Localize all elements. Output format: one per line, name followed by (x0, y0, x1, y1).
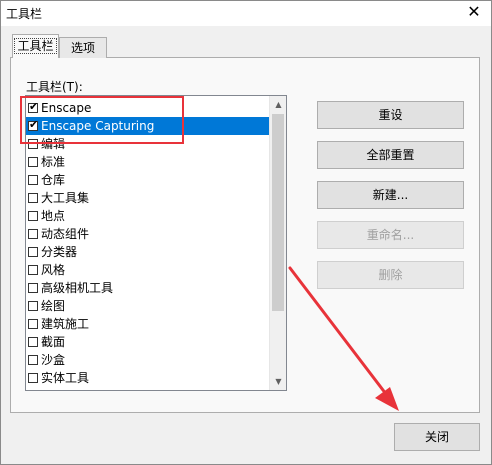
checkbox-unchecked[interactable] (28, 157, 38, 167)
window-title: 工具栏 (6, 7, 43, 21)
checkbox-unchecked[interactable] (28, 211, 38, 221)
toolbar-list-item[interactable]: 建筑施工 (26, 315, 270, 333)
toolbar-item-label: 高级相机工具 (41, 281, 114, 295)
toolbar-list-item[interactable]: 编辑 (26, 135, 270, 153)
toolbar-list-item[interactable]: 高级相机工具 (26, 279, 270, 297)
toolbar-item-label: 仓库 (41, 173, 66, 187)
checkbox-unchecked[interactable] (28, 139, 38, 149)
toolbar-list-item[interactable]: 绘图 (26, 297, 270, 315)
checkbox-unchecked[interactable] (28, 229, 38, 239)
checkmark-icon: ✔ (29, 118, 39, 131)
checkbox-checked[interactable]: ✔ (28, 100, 39, 113)
toolbar-item-label: Enscape (41, 101, 92, 115)
toolbar-item-label: 编辑 (41, 137, 66, 151)
toolbar-list-item[interactable]: 大工具集 (26, 189, 270, 207)
title-bar (0, 0, 492, 26)
scroll-down-icon[interactable]: ▼ (270, 373, 287, 390)
toolbar-list-item[interactable]: 分类器 (26, 243, 270, 261)
toolbar-item-label: 动态组件 (41, 227, 90, 241)
checkmark-icon: ✔ (29, 100, 39, 113)
toolbar-list-item[interactable]: 动态组件 (26, 225, 270, 243)
toolbar-item-label: 建筑施工 (41, 317, 90, 331)
checkbox-unchecked[interactable] (28, 283, 38, 293)
toolbar-list-item[interactable]: 仓库 (26, 171, 270, 189)
checkbox-unchecked[interactable] (28, 301, 38, 311)
tab-options-label: 选项 (70, 41, 95, 55)
tab-toolbars-label: 工具栏 (14, 38, 57, 54)
toolbar-item-label: 地点 (41, 209, 66, 223)
checkbox-unchecked[interactable] (28, 337, 38, 347)
checkbox-unchecked[interactable] (28, 193, 38, 203)
toolbar-item-label: 绘图 (41, 299, 66, 313)
tab-options[interactable]: 选项 (59, 37, 107, 58)
toolbar-item-label: 实体工具 (41, 371, 90, 385)
toolbar-list-item[interactable]: ✔ Enscape Capturing (26, 117, 270, 135)
rename-button[interactable]: 重命名... (317, 221, 464, 249)
toolbar-item-label: Enscape Capturing (41, 119, 155, 133)
toolbar-list-item[interactable]: 实体工具 (26, 369, 270, 387)
toolbar-list-item[interactable]: 地点 (26, 207, 270, 225)
reset-button[interactable]: 重设 (317, 101, 464, 129)
toolbar-list-item[interactable]: 标准 (26, 153, 270, 171)
toolbars-list-label: 工具栏(T): (26, 80, 83, 94)
checkbox-unchecked[interactable] (28, 355, 38, 365)
checkbox-unchecked[interactable] (28, 319, 38, 329)
list-scrollbar[interactable]: ▲ ▼ (269, 96, 286, 390)
scroll-thumb[interactable] (272, 114, 284, 311)
toolbar-list-item[interactable]: 沙盒 (26, 351, 270, 369)
toolbar-item-label: 大工具集 (41, 191, 90, 205)
tab-toolbars[interactable]: 工具栏 (12, 34, 59, 58)
checkbox-checked[interactable]: ✔ (28, 118, 39, 131)
toolbar-item-label: 风格 (41, 263, 66, 277)
toolbar-list-item[interactable]: 风格 (26, 261, 270, 279)
close-icon[interactable]: ✕ (464, 2, 484, 22)
close-button[interactable]: 关闭 (394, 423, 480, 451)
reset-all-button[interactable]: 全部重置 (317, 141, 464, 169)
toolbar-item-label: 分类器 (41, 245, 78, 259)
scroll-up-icon[interactable]: ▲ (270, 96, 287, 113)
toolbar-list-item[interactable]: ✔ Enscape (26, 99, 270, 117)
toolbar-list-item[interactable]: 截面 (26, 333, 270, 351)
new-button[interactable]: 新建... (317, 181, 464, 209)
checkbox-unchecked[interactable] (28, 247, 38, 257)
toolbars-listbox[interactable]: ✔ Enscape ✔ Enscape Capturing 编辑 标准 仓库 大工具集 地点 动态… (25, 95, 287, 391)
toolbar-item-label: 沙盒 (41, 353, 66, 367)
delete-button[interactable]: 删除 (317, 261, 464, 289)
toolbar-item-label: 标准 (41, 155, 66, 169)
toolbar-item-label: 截面 (41, 335, 66, 349)
checkbox-unchecked[interactable] (28, 373, 38, 383)
checkbox-unchecked[interactable] (28, 175, 38, 185)
checkbox-unchecked[interactable] (28, 265, 38, 275)
